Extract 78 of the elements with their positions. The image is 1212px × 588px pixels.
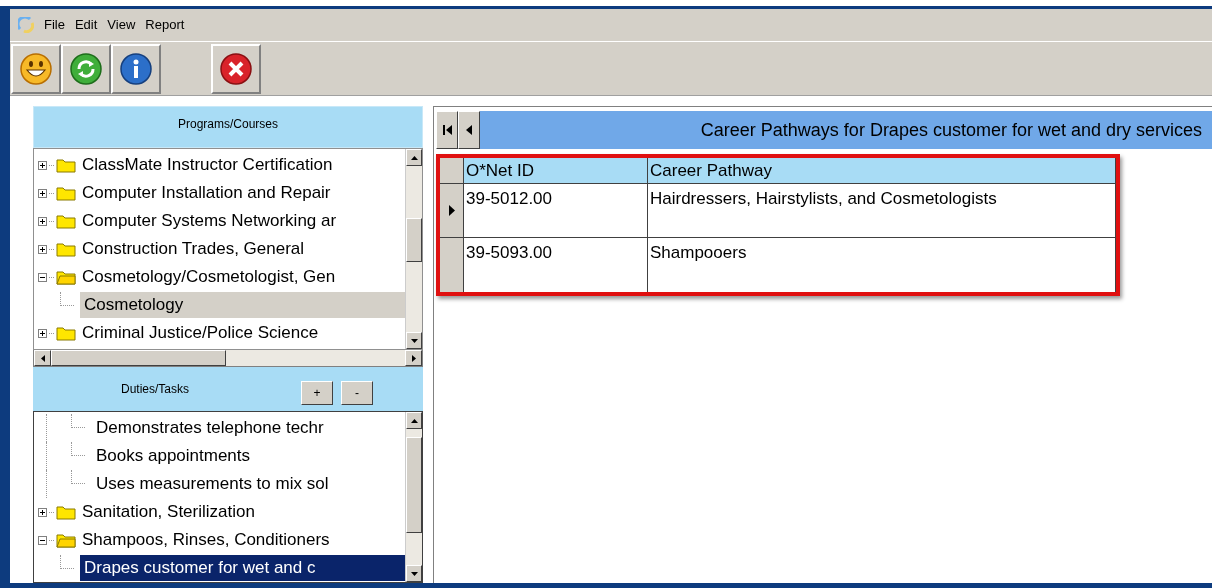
folder-icon bbox=[56, 241, 76, 257]
tree-item[interactable]: Cosmetology bbox=[80, 292, 405, 318]
expand-toggle[interactable] bbox=[38, 188, 47, 198]
folder-icon bbox=[56, 157, 76, 173]
expand-toggle[interactable] bbox=[38, 507, 47, 517]
vertical-scrollbar[interactable] bbox=[405, 412, 422, 582]
tree-item[interactable]: Shampoos, Rinses, Conditioners bbox=[78, 527, 334, 553]
tree-item[interactable]: Uses measurements to mix sol bbox=[92, 471, 405, 497]
refresh-button[interactable] bbox=[61, 43, 111, 94]
plus-icon bbox=[39, 189, 46, 197]
previous-icon bbox=[466, 125, 472, 135]
close-button[interactable] bbox=[211, 43, 261, 94]
first-record-button[interactable] bbox=[436, 111, 458, 149]
folder-icon bbox=[56, 213, 76, 229]
table-cell: 39-5093.00 bbox=[464, 238, 648, 292]
right-arrow-icon bbox=[411, 354, 416, 362]
expand-toggle[interactable] bbox=[38, 328, 47, 338]
first-icon bbox=[442, 125, 452, 135]
tree-item[interactable]: ClassMate Instructor Certification bbox=[78, 152, 337, 178]
plus-icon bbox=[39, 217, 46, 225]
panel-title: Duties/Tasks bbox=[121, 381, 191, 398]
menu-item[interactable]: File bbox=[44, 15, 65, 35]
table-cell: Hairdressers, Hairstylists, and Cosmetologists bbox=[648, 184, 1116, 237]
refresh-icon bbox=[69, 51, 103, 86]
collapse-toggle[interactable] bbox=[38, 535, 47, 545]
plus-icon bbox=[39, 245, 46, 253]
tree-item[interactable]: Demonstrates telephone techr bbox=[92, 415, 405, 441]
row-header[interactable] bbox=[440, 238, 464, 292]
info-button[interactable] bbox=[111, 43, 161, 94]
add-button[interactable]: + bbox=[301, 381, 333, 405]
plus-icon bbox=[39, 508, 46, 516]
tree-item[interactable]: Cosmetology/Cosmetologist, Gen bbox=[78, 264, 340, 290]
grid-title: Career Pathways for Drapes customer for wet and dry services bbox=[700, 118, 1202, 142]
row-header[interactable] bbox=[440, 184, 464, 237]
expand-toggle[interactable] bbox=[38, 160, 47, 170]
menu-item[interactable]: View bbox=[107, 15, 136, 35]
info-icon bbox=[119, 51, 153, 86]
down-arrow-icon bbox=[410, 338, 418, 343]
app-logo-icon bbox=[18, 17, 34, 33]
left-arrow-icon bbox=[40, 354, 45, 362]
vertical-scrollbar[interactable] bbox=[405, 149, 422, 349]
menu-item[interactable]: Report bbox=[145, 15, 185, 35]
tree-item[interactable]: Construction Trades, General bbox=[78, 236, 309, 262]
smiley-button[interactable] bbox=[11, 43, 61, 94]
horizontal-scrollbar[interactable] bbox=[33, 350, 423, 367]
expand-toggle[interactable] bbox=[38, 244, 47, 254]
folder-icon bbox=[56, 504, 76, 520]
previous-record-button[interactable] bbox=[458, 111, 480, 149]
tree-item[interactable]: Criminal Justice/Police Science bbox=[78, 320, 323, 346]
folder-icon bbox=[56, 325, 76, 341]
scrollbar-thumb[interactable] bbox=[51, 350, 226, 366]
scrollbar-thumb[interactable] bbox=[406, 218, 422, 262]
close-icon bbox=[219, 51, 253, 86]
current-row-icon bbox=[448, 205, 455, 216]
folder-icon bbox=[56, 185, 76, 201]
expand-toggle[interactable] bbox=[38, 216, 47, 226]
column-header[interactable]: O*Net ID bbox=[464, 158, 648, 183]
table-cell: 39-5012.00 bbox=[464, 184, 648, 237]
tree-item[interactable]: Sanitation, Sterilization bbox=[78, 499, 259, 525]
tree-item[interactable]: Books appointments bbox=[92, 443, 405, 469]
down-arrow-icon bbox=[410, 571, 418, 576]
plus-icon bbox=[39, 329, 46, 337]
column-header[interactable]: Career Pathway bbox=[648, 158, 1116, 183]
folder-icon bbox=[56, 532, 76, 548]
folder-icon bbox=[56, 269, 76, 285]
menu-item[interactable]: Edit bbox=[74, 15, 98, 35]
smiley-icon bbox=[19, 51, 53, 86]
remove-button[interactable]: - bbox=[341, 381, 373, 405]
panel-title: Programs/Courses bbox=[178, 116, 278, 133]
table-cell: Shampooers bbox=[648, 238, 1116, 292]
up-arrow-icon bbox=[410, 155, 418, 160]
scrollbar-thumb[interactable] bbox=[406, 437, 422, 533]
tree-item[interactable]: Computer Installation and Repair bbox=[78, 180, 335, 206]
collapse-toggle[interactable] bbox=[38, 272, 47, 282]
tree-item[interactable]: Drapes customer for wet and c bbox=[80, 555, 405, 581]
up-arrow-icon bbox=[410, 418, 418, 423]
tree-item[interactable]: Computer Systems Networking ar bbox=[78, 208, 341, 234]
plus-icon bbox=[39, 161, 46, 169]
